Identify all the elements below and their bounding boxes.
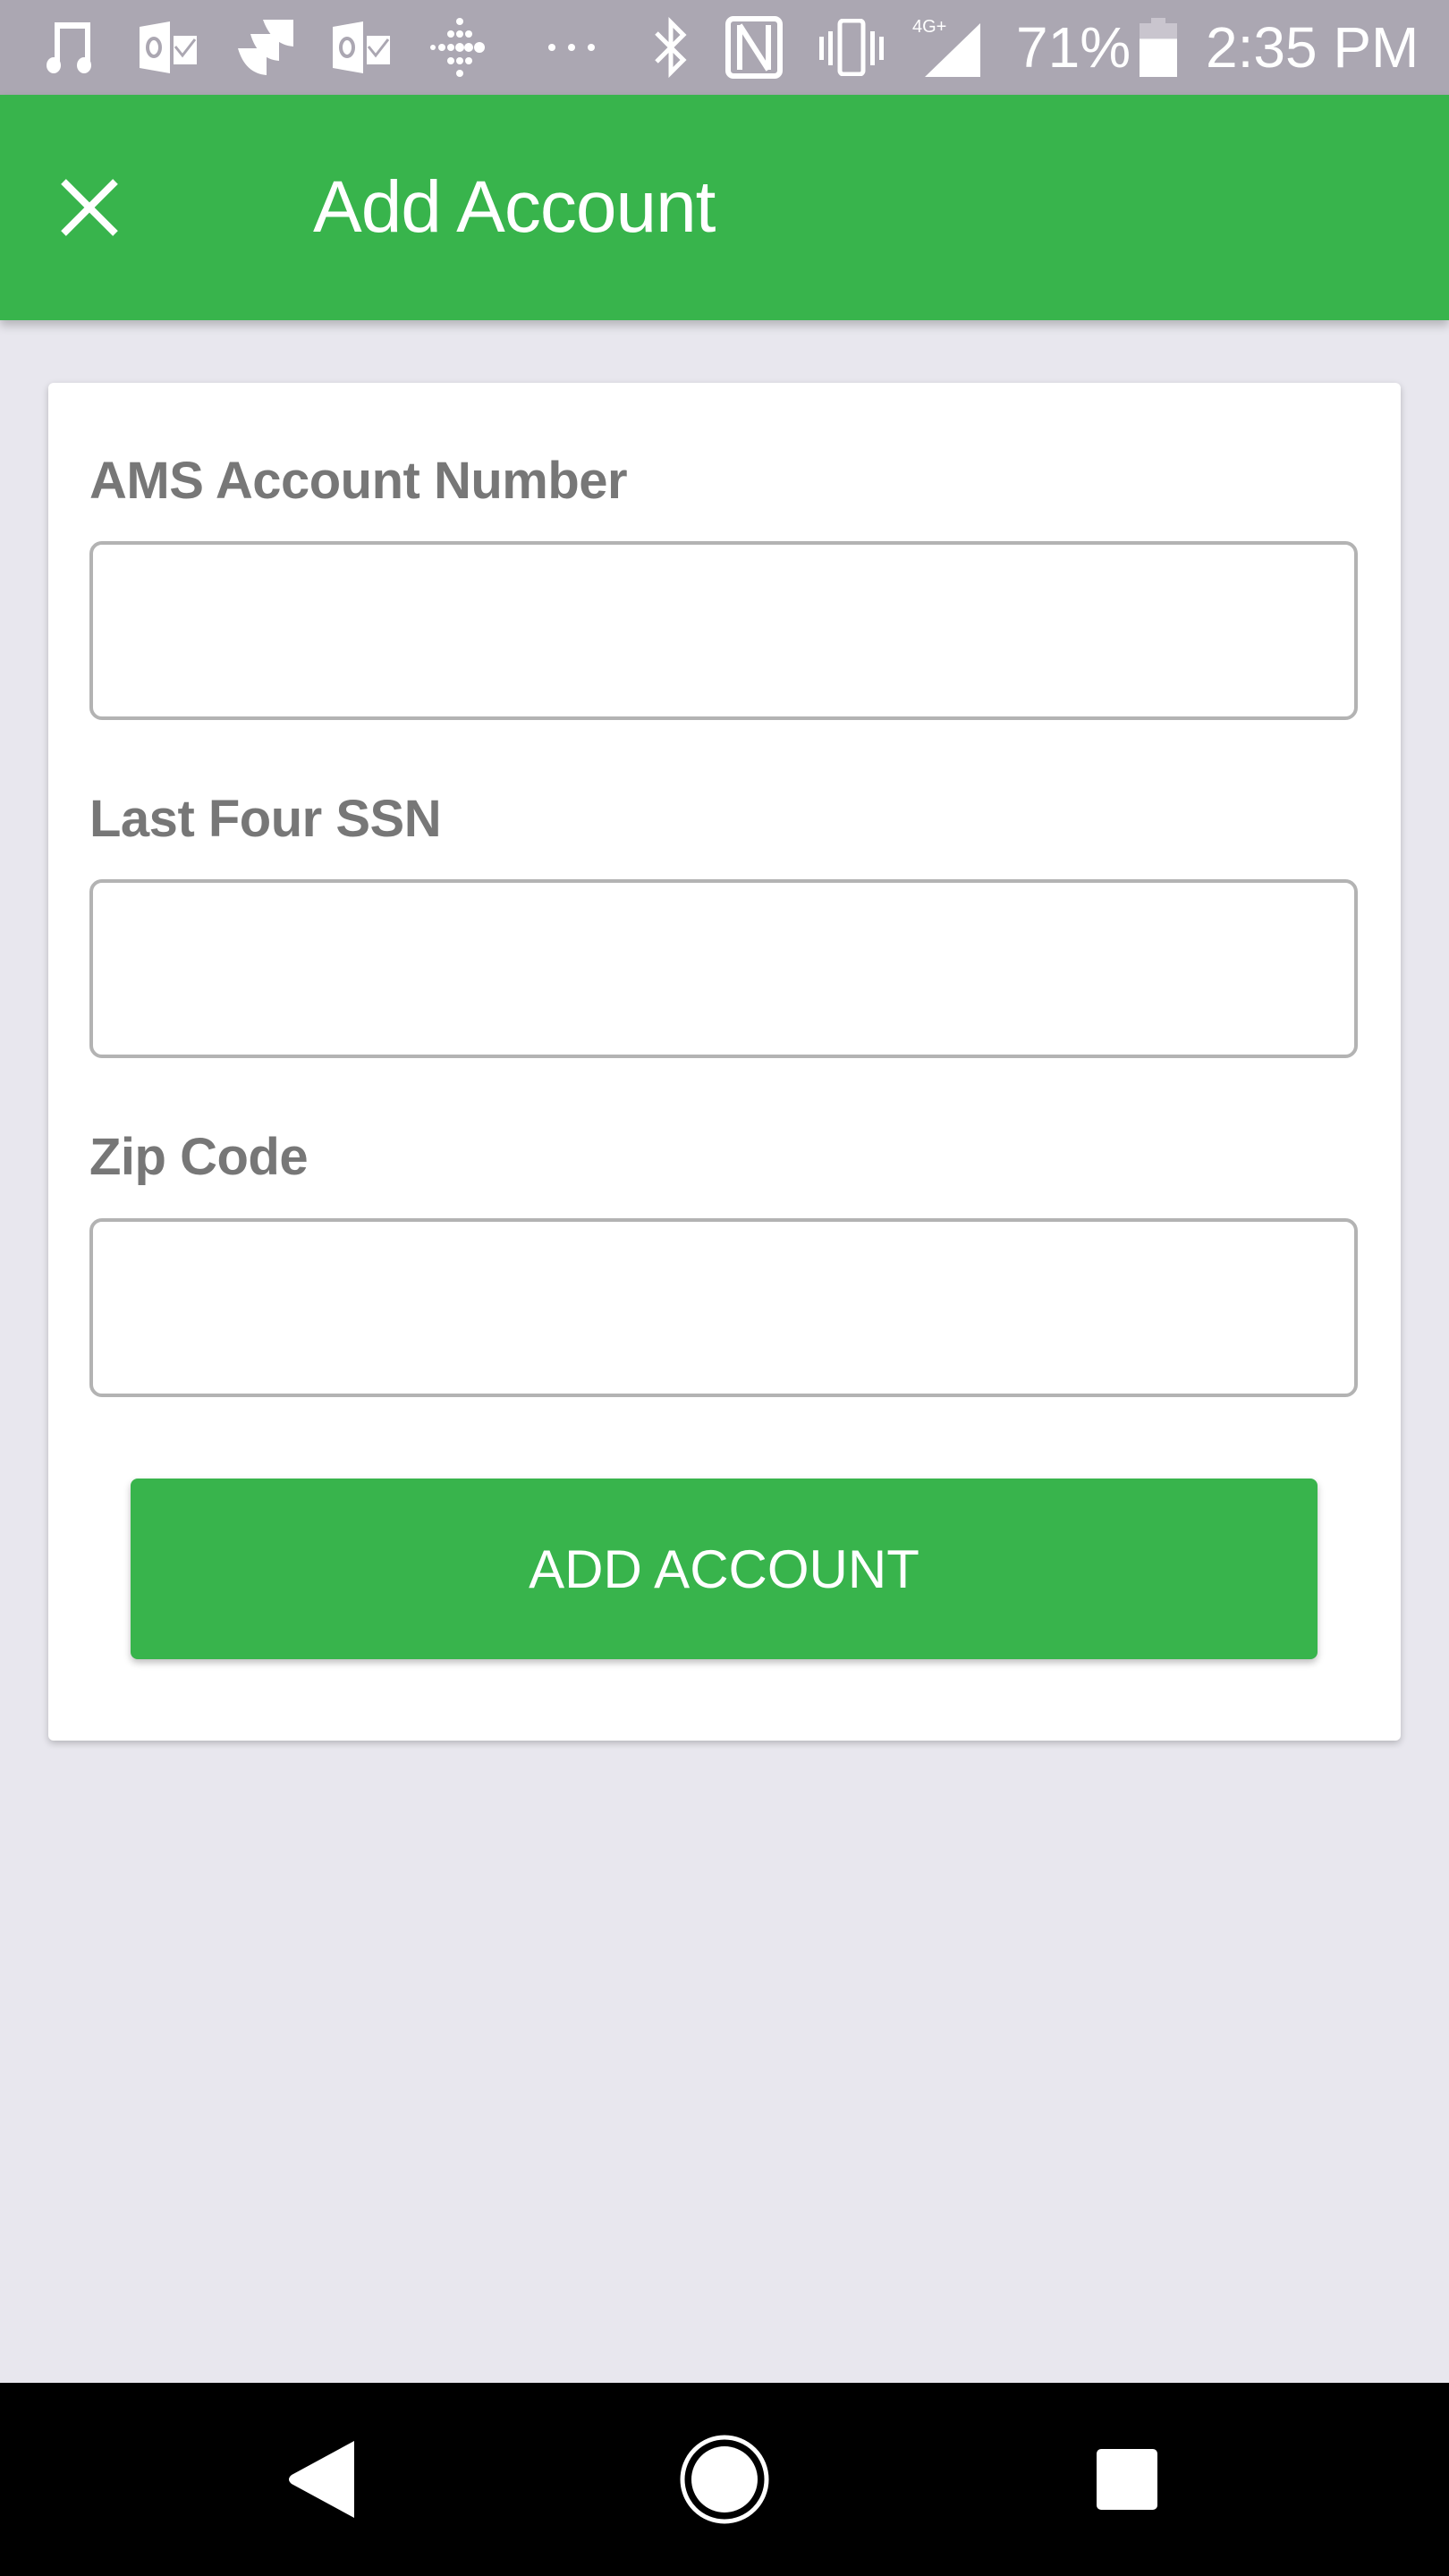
last-four-ssn-input[interactable] xyxy=(89,879,1358,1058)
account-number-input[interactable] xyxy=(89,541,1358,720)
more-notifications-icon xyxy=(540,0,603,95)
last-four-ssn-label: Last Four SSN xyxy=(89,790,442,848)
close-button[interactable] xyxy=(36,154,143,261)
zip-code-input[interactable] xyxy=(89,1218,1358,1397)
status-bar: 4G+ 71% 2:35 PM xyxy=(0,0,1449,95)
battery-percent: 71% xyxy=(1016,15,1131,80)
fitbit-icon xyxy=(424,0,496,95)
signal-4g-plus-icon: 4G+ xyxy=(912,0,984,95)
network-type-label: 4G+ xyxy=(912,17,946,37)
bluetooth-icon xyxy=(646,0,696,95)
add-account-button[interactable]: ADD ACCOUNT xyxy=(131,1479,1318,1659)
app-bar: Add Account xyxy=(0,95,1449,320)
vibrate-icon xyxy=(816,0,887,95)
clock: 2:35 PM xyxy=(1206,15,1419,80)
home-icon xyxy=(680,2435,769,2524)
add-account-form-card: AMS Account Number Last Four SSN Zip Cod… xyxy=(48,383,1401,1741)
account-number-label: AMS Account Number xyxy=(89,452,628,510)
home-button[interactable] xyxy=(635,2383,814,2576)
jira-icon xyxy=(234,0,299,95)
outlook-icon xyxy=(136,0,200,95)
music-note-icon xyxy=(39,0,102,95)
recents-icon xyxy=(1097,2449,1157,2510)
back-icon xyxy=(289,2441,354,2518)
battery-icon xyxy=(1136,0,1181,95)
system-nav-bar xyxy=(0,2383,1449,2576)
close-icon xyxy=(61,179,118,236)
recents-button[interactable] xyxy=(1038,2383,1216,2576)
outlook-icon xyxy=(329,0,394,95)
nfc-icon xyxy=(723,0,785,95)
zip-code-label: Zip Code xyxy=(89,1128,309,1186)
back-button[interactable] xyxy=(233,2383,411,2576)
page-title: Add Account xyxy=(313,166,716,248)
